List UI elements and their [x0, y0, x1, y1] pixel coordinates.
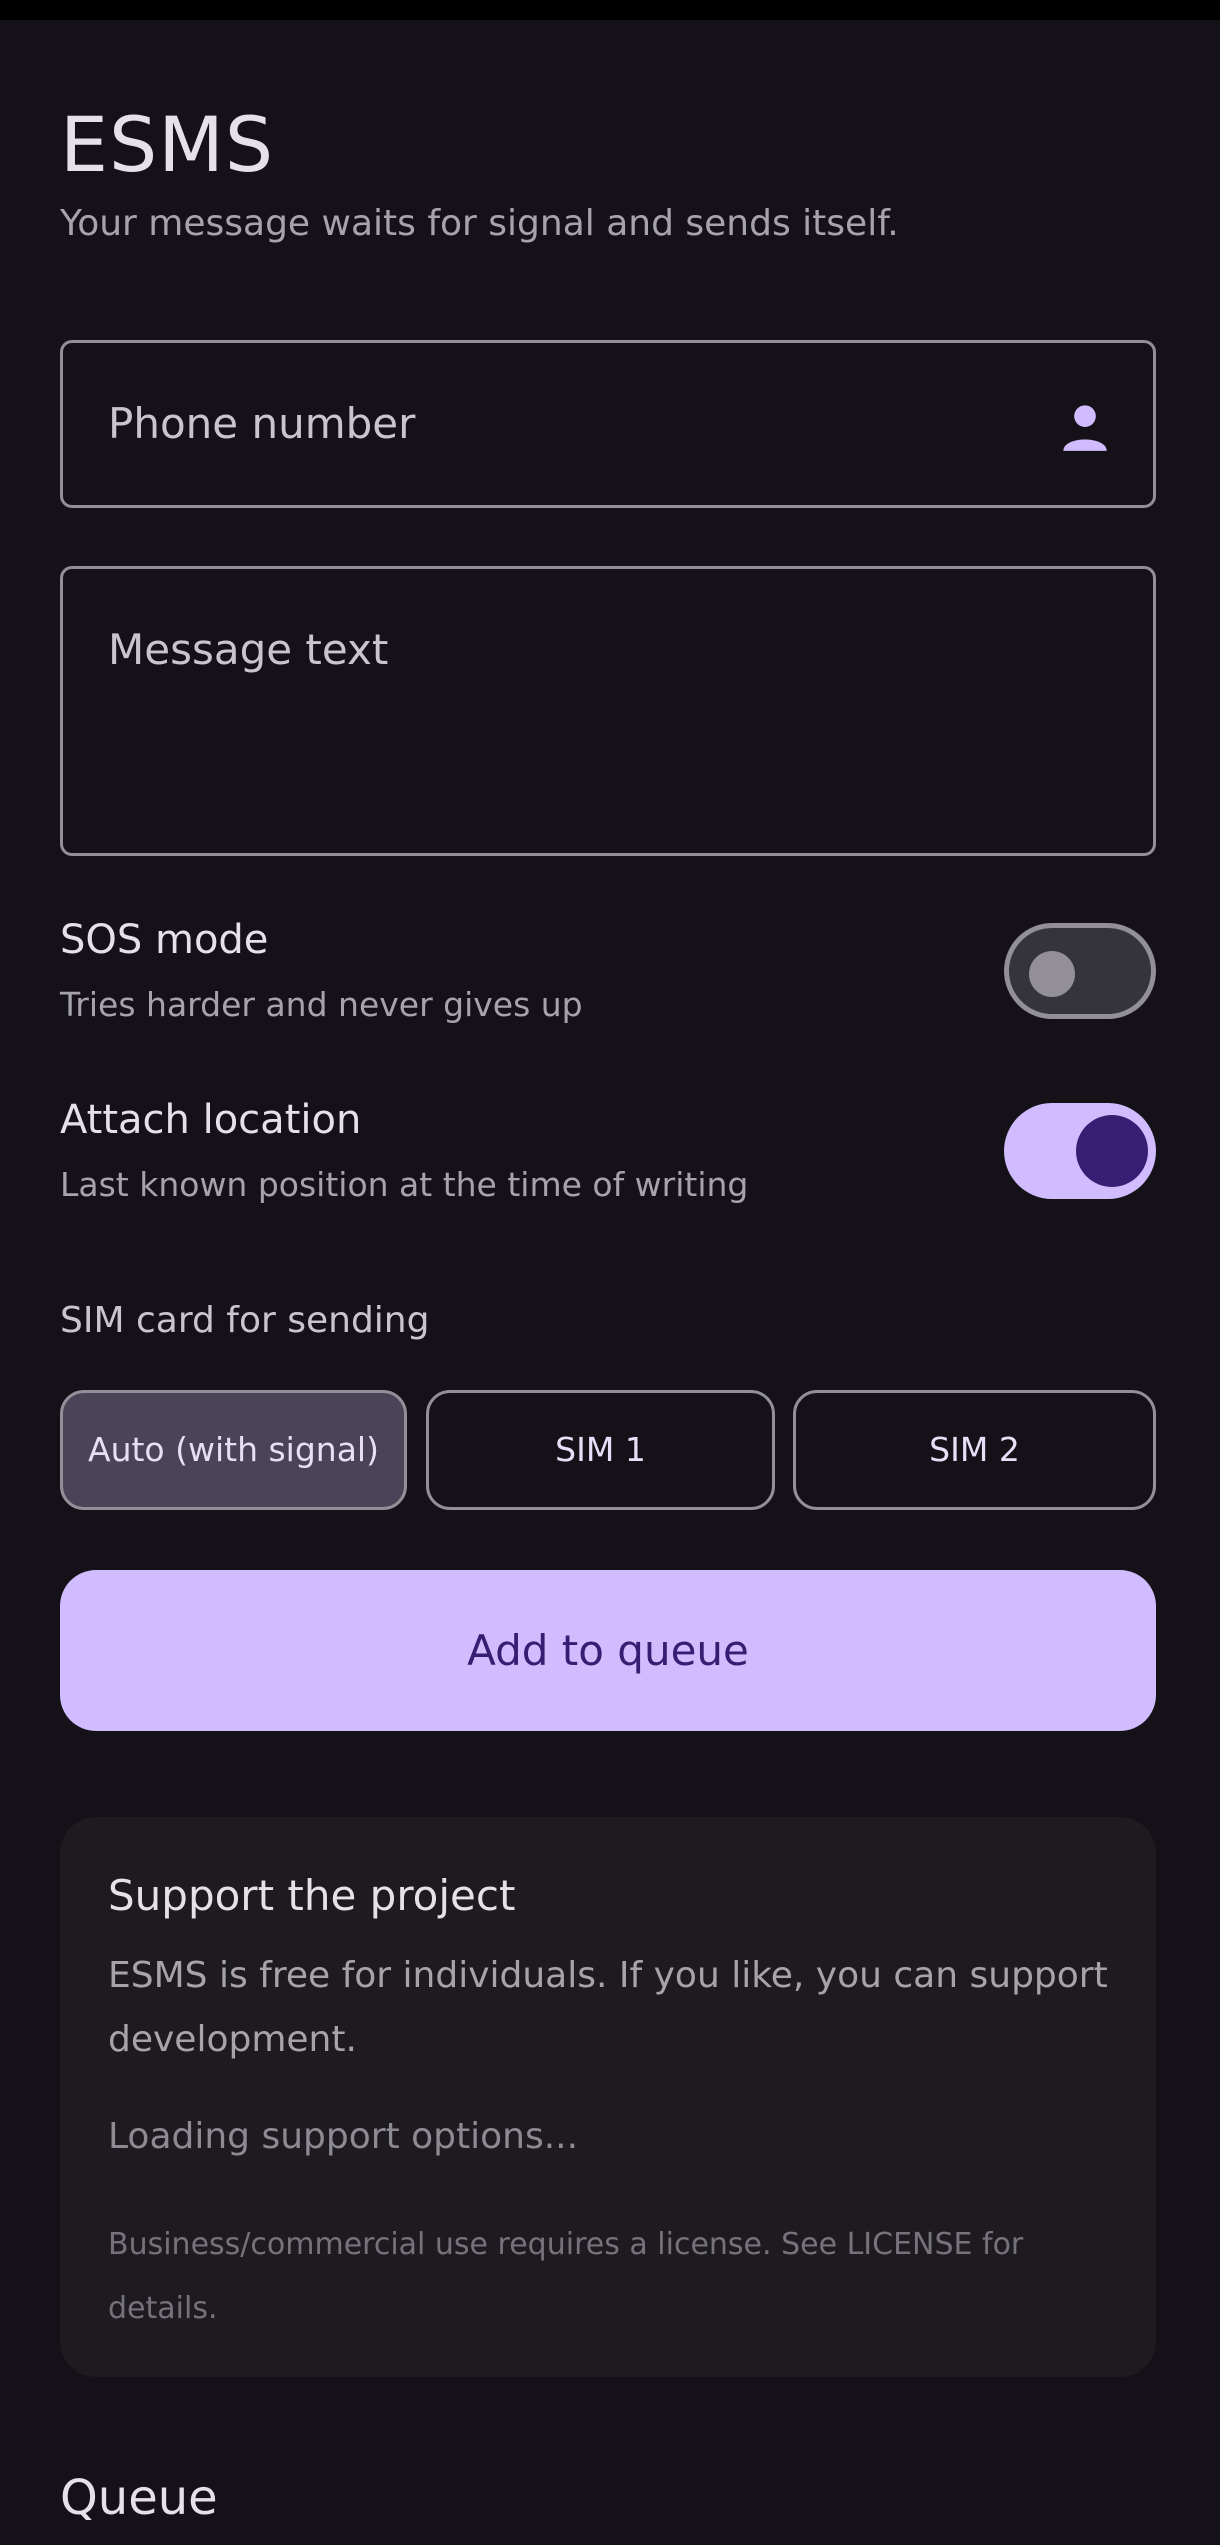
- phone-number-placeholder: Phone number: [108, 399, 416, 448]
- queue-heading: Queue: [60, 2470, 218, 2526]
- message-text-placeholder: Message text: [108, 625, 389, 674]
- status-bar: [0, 0, 1220, 20]
- sim-2-button[interactable]: SIM 2: [793, 1390, 1156, 1510]
- page-subtitle: Your message waits for signal and sends …: [60, 203, 899, 244]
- support-body: ESMS is free for individuals. If you lik…: [108, 1955, 1108, 2060]
- toggle-knob: [1029, 951, 1075, 997]
- sos-mode-toggle[interactable]: [1004, 923, 1156, 1019]
- sim-1-button[interactable]: SIM 1: [426, 1390, 775, 1510]
- license-note: Business/commercial use requires a licen…: [108, 2227, 1024, 2326]
- person-icon[interactable]: [1059, 401, 1111, 453]
- sos-mode-title: SOS mode: [60, 917, 269, 963]
- attach-location-title: Attach location: [60, 1097, 362, 1143]
- support-loading-text: Loading support options...: [108, 2116, 579, 2157]
- toggle-knob: [1076, 1115, 1148, 1187]
- phone-number-field[interactable]: Phone number: [60, 340, 1156, 508]
- attach-location-toggle[interactable]: [1004, 1103, 1156, 1199]
- add-to-queue-button[interactable]: Add to queue: [60, 1570, 1156, 1731]
- attach-location-description: Last known position at the time of writi…: [60, 1165, 749, 1204]
- sim-auto-button[interactable]: Auto (with signal): [60, 1390, 407, 1510]
- page-title: ESMS: [60, 100, 275, 189]
- sim-card-label: SIM card for sending: [60, 1300, 430, 1341]
- sos-mode-description: Tries harder and never gives up: [60, 985, 583, 1024]
- message-text-field[interactable]: Message text: [60, 566, 1156, 856]
- support-card: Support the project ESMS is free for ind…: [60, 1817, 1156, 2377]
- support-title: Support the project: [108, 1871, 516, 1920]
